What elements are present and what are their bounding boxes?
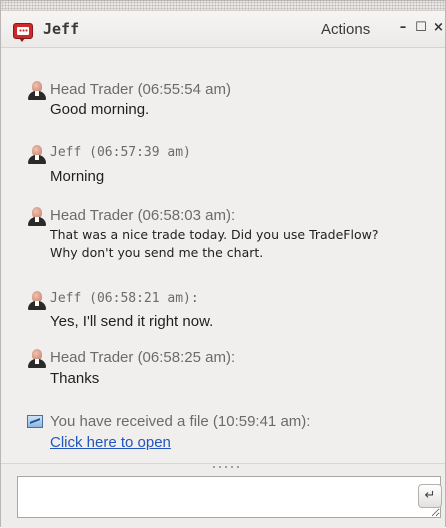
message-text: Morning [50,168,105,185]
chart-file-icon [27,415,43,428]
message-text: Why don't you send me the chart. [50,245,264,260]
message-header: Jeff (06:57:39 am) [50,145,191,160]
message: Jeff (06:58:21 am): Yes, I'll send it ri… [25,291,365,331]
composer-area: ↵ [1,472,445,528]
person-icon [27,207,47,227]
message-text: That was a nice trade today. Did you use… [50,227,379,242]
message: Head Trader (06:55:54 am) Good morning. [25,81,365,121]
side-panel [385,48,445,461]
message-header: Head Trader (06:58:03 am): [50,207,235,224]
message-time: (06:58:03 am): [137,207,236,224]
message-text: Thanks [50,370,100,387]
message-time: (06:55:54 am) [137,81,231,98]
message: Head Trader (06:58:25 am): Thanks [25,349,365,389]
open-file-link[interactable]: Click here to open [50,434,171,451]
message: Jeff (06:57:39 am) Morning [25,145,365,185]
window-drag-strip[interactable] [1,1,445,11]
title-bar: Jeff Actions – ☐ × [1,11,445,48]
person-icon [27,145,47,165]
message-text: Good morning. [50,101,150,118]
splitter-grip-icon[interactable] [211,465,241,469]
maximize-button[interactable]: ☐ [413,19,429,37]
person-icon [27,81,47,101]
actions-menu[interactable]: Actions [321,21,370,38]
message-header: Head Trader (06:55:54 am) [50,81,231,98]
file-notice-text: You have received a file (10:59:41 am): [50,413,311,430]
message-list: Head Trader (06:55:54 am) Good morning. … [17,57,381,465]
person-icon [27,349,47,369]
message-sender: Head Trader [50,349,134,366]
minimize-button[interactable]: – [395,19,411,37]
message-input[interactable] [17,476,441,518]
file-notice: You have received a file (10:59:41 am): … [25,413,381,457]
message-time: (06:58:25 am): [137,349,236,366]
message-sender: Head Trader [50,81,134,98]
message-time: (06:57:39 am) [89,145,191,160]
message: Head Trader (06:58:03 am): That was a ni… [25,207,389,263]
message-sender: Head Trader [50,207,134,224]
message-header: Jeff (06:58:21 am): [50,291,199,306]
person-icon [27,291,47,311]
chat-app-icon [13,23,33,42]
close-button[interactable]: × [433,19,446,37]
pane-splitter[interactable] [1,463,445,472]
message-time: (06:58:21 am): [89,291,199,306]
message-sender: Jeff [50,145,82,160]
chat-window: Jeff Actions – ☐ × Head Trader (06:55:54… [0,0,446,528]
message-text: Yes, I'll send it right now. [50,313,214,330]
message-sender: Jeff [50,291,82,306]
send-button[interactable]: ↵ [418,484,442,508]
message-header: Head Trader (06:58:25 am): [50,349,235,366]
window-title: Jeff [43,20,80,38]
